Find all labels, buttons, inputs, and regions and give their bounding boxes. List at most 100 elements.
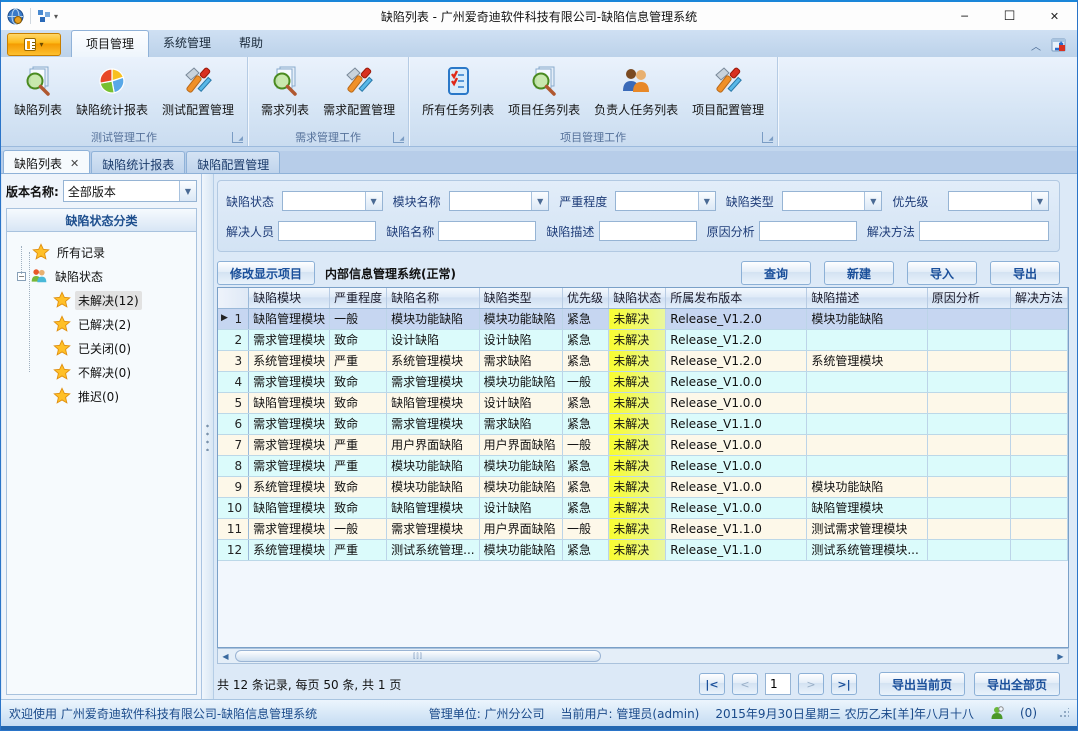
grid-header-cell[interactable]: 严重程度 — [330, 288, 387, 308]
grid-cell[interactable] — [807, 413, 927, 434]
filter-select[interactable]: ▼ — [615, 191, 716, 211]
grid-cell[interactable]: 缺陷管理模块 — [807, 497, 927, 518]
filter-input[interactable] — [278, 221, 376, 241]
chevron-down-icon[interactable]: ▼ — [1031, 192, 1048, 210]
grid-cell[interactable] — [1010, 371, 1067, 392]
grid-cell[interactable]: Release_V1.2.0 — [666, 308, 807, 329]
grid-cell[interactable]: 需求管理模块 — [249, 518, 330, 539]
grid-cell[interactable]: 严重 — [330, 539, 387, 560]
grid-cell[interactable] — [927, 476, 1010, 497]
filter-select[interactable]: ▼ — [948, 191, 1049, 211]
tree-item[interactable]: 未解决(12) — [9, 288, 194, 312]
grid-cell[interactable] — [927, 413, 1010, 434]
close-button[interactable]: ✕ — [1032, 2, 1077, 30]
qat-customize-icon[interactable]: ▾ — [37, 9, 58, 23]
grid-cell[interactable] — [1010, 392, 1067, 413]
chevron-down-icon[interactable]: ▼ — [864, 192, 881, 210]
grid-header-cell[interactable]: 所属发布版本 — [666, 288, 807, 308]
horizontal-scrollbar[interactable]: ◀ ⫿⫿⫿ ▶ — [217, 648, 1069, 664]
grid-cell[interactable]: 设计缺陷 — [479, 497, 562, 518]
grid-cell[interactable] — [807, 455, 927, 476]
grid-cell[interactable]: 一般 — [563, 371, 609, 392]
ribbon-button[interactable]: 负责人任务列表 — [587, 61, 685, 121]
grid-cell[interactable]: 缺陷管理模块 — [249, 497, 330, 518]
maximize-button[interactable]: ☐ — [987, 2, 1032, 30]
grid-cell[interactable]: 紧急 — [563, 308, 609, 329]
grid-cell[interactable]: Release_V1.0.0 — [666, 371, 807, 392]
ribbon-button[interactable]: 缺陷列表 — [7, 61, 69, 121]
grid-cell[interactable]: 紧急 — [563, 329, 609, 350]
grid-cell[interactable]: 严重 — [330, 350, 387, 371]
grid-cell[interactable]: 致命 — [330, 413, 387, 434]
collapse-ribbon-icon[interactable]: ︿ — [1031, 38, 1041, 53]
dialog-launcher-icon[interactable] — [393, 132, 404, 143]
resize-grip[interactable] — [1059, 708, 1069, 718]
grid-header-cell[interactable]: 缺陷状态 — [609, 288, 666, 308]
grid-cell[interactable]: 需求缺陷 — [479, 350, 562, 371]
grid-cell[interactable]: 未解决 — [609, 518, 666, 539]
grid-cell[interactable]: 模块功能缺陷 — [479, 455, 562, 476]
grid-row-indicator[interactable]: 6 — [218, 413, 249, 434]
grid-cell[interactable]: 设计缺陷 — [479, 392, 562, 413]
document-tab[interactable]: 缺陷统计报表 — [91, 151, 185, 173]
grid-cell[interactable]: Release_V1.1.0 — [666, 413, 807, 434]
page-number-input[interactable] — [765, 673, 791, 695]
table-row[interactable]: 9系统管理模块致命模块功能缺陷模块功能缺陷紧急未解决Release_V1.0.0… — [218, 476, 1068, 497]
filter-select[interactable]: ▼ — [282, 191, 383, 211]
grid-cell[interactable] — [927, 308, 1010, 329]
tree-item[interactable]: 已解决(2) — [9, 312, 194, 336]
grid-cell[interactable]: 未解决 — [609, 476, 666, 497]
grid-cell[interactable] — [1010, 476, 1067, 497]
grid-cell[interactable]: 一般 — [563, 518, 609, 539]
grid-row-indicator[interactable]: 9 — [218, 476, 249, 497]
grid-cell[interactable] — [807, 371, 927, 392]
grid-cell[interactable] — [1010, 497, 1067, 518]
grid-cell[interactable]: 未解决 — [609, 308, 666, 329]
export-all-pages-button[interactable]: 导出全部页 — [974, 672, 1060, 696]
grid-cell[interactable] — [927, 518, 1010, 539]
ribbon-button[interactable]: 所有任务列表 — [415, 61, 501, 121]
grid-cell[interactable]: 缺陷管理模块 — [387, 392, 479, 413]
filter-select[interactable]: ▼ — [449, 191, 550, 211]
grid-cell[interactable]: 需求管理模块 — [249, 371, 330, 392]
grid-cell[interactable]: 未解决 — [609, 455, 666, 476]
grid-cell[interactable]: 严重 — [330, 434, 387, 455]
grid-cell[interactable]: 需求管理模块 — [249, 329, 330, 350]
grid-cell[interactable]: Release_V1.0.0 — [666, 392, 807, 413]
grid-header-cell[interactable]: 解决方法 — [1010, 288, 1067, 308]
dialog-launcher-icon[interactable] — [232, 132, 243, 143]
grid-cell[interactable]: 需求缺陷 — [479, 413, 562, 434]
help-icon[interactable] — [1051, 37, 1067, 53]
scroll-left-icon[interactable]: ◀ — [218, 649, 233, 663]
grid-cell[interactable]: 需求管理模块 — [387, 371, 479, 392]
grid-row-indicator[interactable]: 8 — [218, 455, 249, 476]
grid-cell[interactable]: 需求管理模块 — [249, 455, 330, 476]
grid-cell[interactable]: 设计缺陷 — [479, 329, 562, 350]
grid-cell[interactable] — [1010, 455, 1067, 476]
ribbon-tab[interactable]: 帮助 — [225, 30, 277, 57]
version-select[interactable]: 全部版本 ▼ — [63, 180, 197, 202]
filter-input[interactable] — [438, 221, 536, 241]
grid-cell[interactable]: 一般 — [563, 434, 609, 455]
chevron-down-icon[interactable]: ▼ — [531, 192, 548, 210]
grid-cell[interactable]: 致命 — [330, 392, 387, 413]
grid-header-cell[interactable]: 原因分析 — [927, 288, 1010, 308]
tree-item[interactable]: 已关闭(0) — [9, 336, 194, 360]
action-button[interactable]: 新建 — [824, 261, 894, 285]
filter-input[interactable] — [919, 221, 1049, 241]
grid-cell[interactable]: 致命 — [330, 329, 387, 350]
minimize-button[interactable]: ─ — [942, 2, 987, 30]
table-row[interactable]: 5缺陷管理模块致命缺陷管理模块设计缺陷紧急未解决Release_V1.0.0 — [218, 392, 1068, 413]
grid-cell[interactable]: Release_V1.0.0 — [666, 476, 807, 497]
grid-cell[interactable]: 缺陷管理模块 — [249, 308, 330, 329]
grid-cell[interactable]: 模块功能缺陷 — [479, 539, 562, 560]
grid-cell[interactable]: 一般 — [330, 518, 387, 539]
chevron-down-icon[interactable]: ▼ — [179, 181, 196, 201]
grid-cell[interactable]: 需求管理模块 — [387, 413, 479, 434]
grid-cell[interactable]: 系统管理模块 — [249, 350, 330, 371]
grid-cell[interactable] — [927, 371, 1010, 392]
grid-cell[interactable]: 模块功能缺陷 — [479, 308, 562, 329]
grid-cell[interactable]: 未解决 — [609, 392, 666, 413]
grid-cell[interactable]: 未解决 — [609, 539, 666, 560]
grid-cell[interactable]: 系统管理模块 — [249, 476, 330, 497]
